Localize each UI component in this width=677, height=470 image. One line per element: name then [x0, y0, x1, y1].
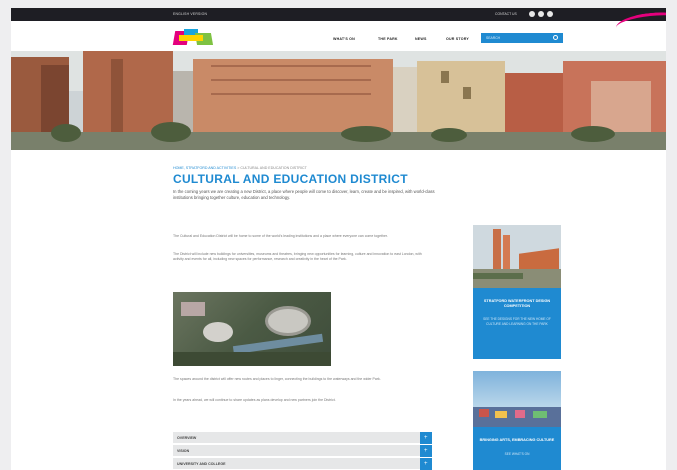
search-icon[interactable] — [553, 35, 558, 40]
aerial-photo — [173, 292, 331, 366]
card-title: BRINGING ARTS, EMBRACING CULTURE — [479, 438, 555, 442]
top-bar: ENGLISH VERSION CONTACT US — [11, 8, 666, 39]
plus-icon[interactable]: + — [420, 445, 432, 457]
language-link[interactable]: ENGLISH VERSION — [173, 12, 207, 16]
card-subtitle: SEE THE DESIGNS FOR THE NEW HOME OF CULT… — [483, 317, 551, 326]
accordion-label: OVERVIEW — [177, 436, 197, 440]
card-image — [473, 225, 561, 288]
body-paragraph: The Cultural and Education District will… — [173, 234, 388, 238]
intro-text: In the coming years we are creating a ne… — [173, 189, 435, 200]
accordion-label: VISION — [177, 449, 190, 453]
nav-news[interactable]: NEWS — [415, 37, 427, 41]
plus-icon[interactable]: + — [420, 432, 432, 444]
card-image — [473, 371, 561, 427]
twitter-icon[interactable] — [538, 11, 544, 17]
plus-icon[interactable]: + — [420, 458, 432, 470]
contact-link[interactable]: CONTACT US — [495, 12, 517, 16]
card-subtitle: SEE WHAT'S ON — [504, 452, 530, 456]
body-paragraph: The District will include new buildings … — [173, 252, 422, 261]
page-title: CULTURAL AND EDUCATION DISTRICT — [173, 172, 408, 186]
search-input[interactable]: SEARCH — [481, 33, 563, 43]
breadcrumb: HOME, STRATFORD AND ACTIVITIES > CULTURA… — [173, 166, 307, 170]
page: ENGLISH VERSION CONTACT US WHAT'S ON THE… — [11, 8, 666, 470]
accordion-label: UNIVERSITY AND COLLEGE — [177, 462, 226, 466]
nav-whats-on[interactable]: WHAT'S ON — [333, 37, 355, 41]
body-paragraph: The spaces around the district will offe… — [173, 377, 381, 381]
search-placeholder: SEARCH — [486, 36, 501, 40]
instagram-icon[interactable] — [547, 11, 553, 17]
nav-the-park[interactable]: THE PARK — [378, 37, 398, 41]
brand-swoosh — [615, 9, 666, 39]
site-logo[interactable] — [172, 29, 214, 46]
nav-our-story[interactable]: OUR STORY — [446, 37, 469, 41]
card-title: STRATFORD WATERFRONT DESIGN COMPETITION — [483, 299, 551, 308]
accordion-university[interactable]: UNIVERSITY AND COLLEGE + — [173, 458, 432, 470]
breadcrumb-current: CULTURAL AND EDUCATION DISTRICT — [240, 166, 307, 170]
facebook-icon[interactable] — [529, 11, 535, 17]
hero-image — [11, 51, 666, 150]
accordion-overview[interactable]: OVERVIEW + — [173, 432, 432, 444]
promo-card-arts[interactable]: BRINGING ARTS, EMBRACING CULTURE SEE WHA… — [473, 371, 561, 470]
breadcrumb-home[interactable]: HOME, STRATFORD AND ACTIVITIES — [173, 166, 236, 170]
promo-card-competition[interactable]: STRATFORD WATERFRONT DESIGN COMPETITION … — [473, 225, 561, 359]
accordion-vision[interactable]: VISION + — [173, 445, 432, 457]
body-paragraph: In the years ahead, we will continue to … — [173, 398, 336, 402]
